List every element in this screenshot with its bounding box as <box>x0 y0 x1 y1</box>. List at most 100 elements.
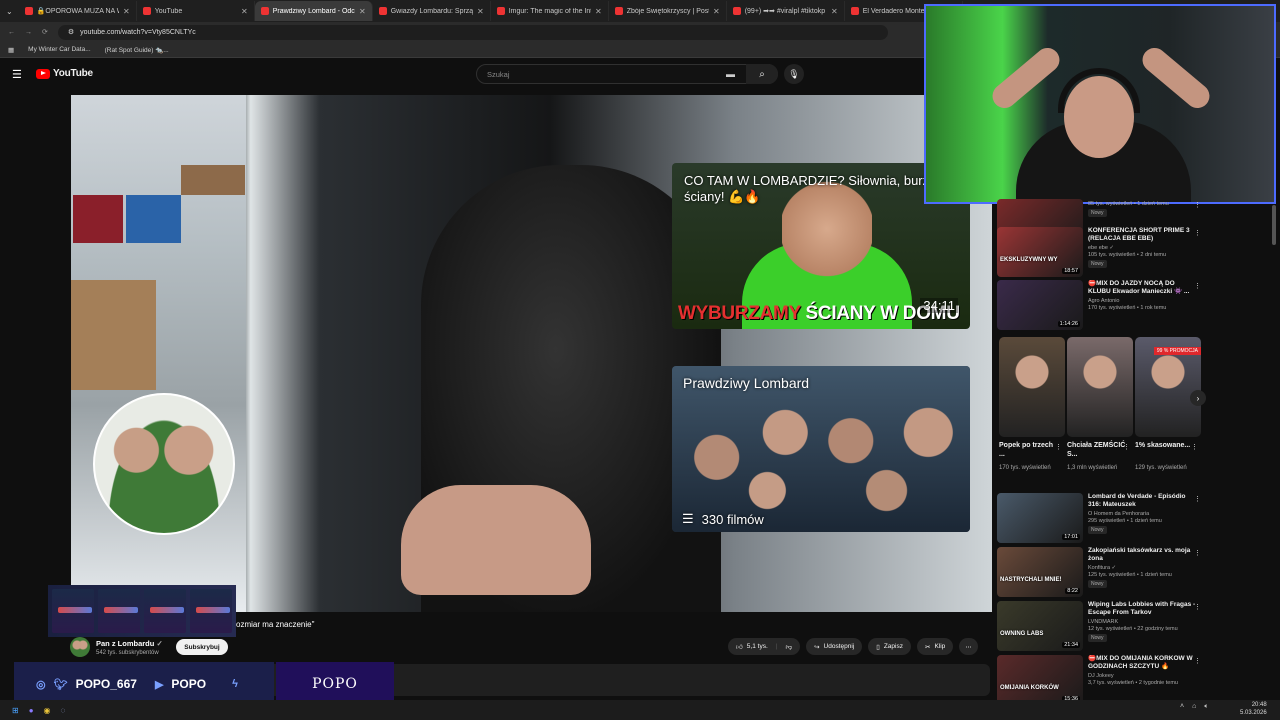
tab-close-icon[interactable]: ✕ <box>831 7 838 16</box>
tab-close-icon[interactable]: ✕ <box>241 7 248 16</box>
browser-tab[interactable]: YouTube ✕ <box>137 1 255 21</box>
keyboard-icon[interactable]: ▬ <box>726 69 735 79</box>
tab-close-icon[interactable]: ✕ <box>595 7 602 16</box>
recommended-video[interactable]: OWNING LABS 21:34 Wiping Labs Lobbies with… <box>997 601 1203 651</box>
tab-close-icon[interactable]: ✕ <box>713 7 720 16</box>
video-title[interactable]: ⛔MIX DO OMIJANIA KORKÓW W GODZINACH SZCZ… <box>1088 655 1196 671</box>
shorts-next-button[interactable]: › <box>1190 390 1206 406</box>
subscribe-button[interactable]: Subskrybuj <box>176 639 228 655</box>
page-scrollbar[interactable] <box>1272 205 1276 245</box>
bookmark-item[interactable]: (Rat Spot Guide) 🐀... <box>105 46 169 54</box>
browser-tab[interactable]: Zbóje Świętokrzyscy | Postaw N ✕ <box>609 1 727 21</box>
reload-icon[interactable]: ⟳ <box>42 28 48 36</box>
more-options-icon[interactable]: ⋮ <box>1194 549 1201 557</box>
youtube-logo[interactable]: YouTube <box>36 68 93 79</box>
search-input[interactable]: Szukaj ▬ <box>476 64 778 84</box>
tab-title: YouTube <box>154 7 183 15</box>
browser-tab[interactable]: 🔒OPOROWA MUZA NA W ✕ <box>19 1 137 21</box>
video-info: ⛔MIX DO JAZDY NOCĄ DO KLUBU Ekwador Mani… <box>1088 280 1196 330</box>
clip-button[interactable]: ✂ Klip <box>916 638 954 655</box>
short-more-icon[interactable]: ⋮ <box>1191 443 1198 451</box>
short-more-icon[interactable]: ⋮ <box>1055 443 1062 451</box>
share-button[interactable]: ↪ Udostępnij <box>806 638 863 655</box>
like-button[interactable]: 👍︎ 5,1 tys. | 👎︎ <box>728 638 801 655</box>
menu-icon[interactable]: ☰ <box>12 68 22 81</box>
more-options-icon[interactable]: ⋮ <box>1194 495 1201 503</box>
more-options-icon[interactable]: ⋮ <box>1194 657 1201 665</box>
video-thumbnail[interactable]: OWNING LABS 21:34 <box>997 601 1083 651</box>
more-options-icon[interactable]: ⋮ <box>1194 201 1201 209</box>
video-thumbnail[interactable]: 1:14:26 <box>997 280 1083 330</box>
video-title[interactable]: KONFERENCJA SHORT PRIME 3 (RELACJA EBE E… <box>1088 227 1196 243</box>
video-thumbnail[interactable]: EKSKLUZYWNY WY 18:57 <box>997 227 1083 277</box>
tab-close-icon[interactable]: ✕ <box>477 7 484 16</box>
forward-icon[interactable]: → <box>25 29 32 36</box>
short-thumbnail[interactable] <box>999 337 1065 437</box>
endscreen-video-title: CO TAM W LOMBARDZIE? Siłownia, burzymy ś… <box>684 173 953 204</box>
video-title[interactable]: Lombard de Verdade - Episódio 316: Mateu… <box>1088 493 1196 509</box>
endscreen-playlist-card[interactable]: Prawdziwy Lombard ☰ 330 filmów <box>672 366 970 532</box>
browser-tab[interactable]: (99+) ➡➡ #viralpl #tiktokp ✕ <box>727 1 845 21</box>
channel-name[interactable]: Pan z Lombardu ✓ <box>96 639 163 648</box>
more-actions-button[interactable]: ⋯ <box>959 638 978 655</box>
voice-search-button[interactable]: 🎙 <box>784 64 804 84</box>
tab-close-icon[interactable]: ✕ <box>359 7 366 16</box>
video-thumbnail[interactable]: 17:01 <box>997 493 1083 543</box>
search-button[interactable]: ⌕ <box>746 64 778 84</box>
recommended-video[interactable]: EKSKLUZYWNY WY 18:57 KONFERENCJA SHORT PRI… <box>997 227 1203 277</box>
short-thumbnail[interactable] <box>1067 337 1133 437</box>
video-thumbnail[interactable]: OMIJANIA KORKÓW 15:36 <box>997 655 1083 705</box>
tab-favicon-icon <box>496 7 505 15</box>
video-channel[interactable]: 85 tys. wyświetleń • 1 dzień temu <box>1088 201 1196 208</box>
video-thumbnail[interactable]: NASTRYCHALI MNIE! 8:22 <box>997 547 1083 597</box>
taskbar-clock[interactable]: 20:48 5.03.2026 <box>1240 701 1267 717</box>
back-icon[interactable]: ← <box>8 29 15 36</box>
video-channel[interactable]: Agro Antonio <box>1088 298 1196 305</box>
video-title[interactable]: Wiping Labs Lobbies with Fragas - Escape… <box>1088 601 1196 617</box>
chevron-right-icon: › <box>1196 393 1200 403</box>
short-title[interactable]: Popek po trzech ... <box>999 441 1059 459</box>
recommended-video[interactable]: 17:01 Lombard de Verdade - Episódio 316: … <box>997 493 1203 543</box>
tab-title: El Verdadero Monte <box>862 7 925 15</box>
discord-taskbar-icon[interactable]: ● <box>29 706 34 715</box>
recommended-video[interactable]: 1:14:26 ⛔MIX DO JAZDY NOCĄ DO KLUBU Ekwad… <box>997 280 1203 330</box>
bookmark-item[interactable]: My Winter Car Data... <box>28 46 90 53</box>
tray-chevron-icon[interactable]: ˄ <box>1180 703 1184 711</box>
app-taskbar-icon[interactable]: ◌ <box>61 706 66 715</box>
tab-search-icon[interactable]: ⌄ <box>0 7 19 16</box>
channel-avatar[interactable] <box>70 637 90 657</box>
short-thumbnail[interactable]: 99 % PROMOCJA <box>1135 337 1201 437</box>
more-options-icon[interactable]: ⋮ <box>1194 603 1201 611</box>
url-field[interactable]: ⚙ youtube.com/watch?v=Vty85CNLTYc <box>57 24 888 40</box>
channel-info[interactable]: Pan z Lombardu ✓ 542 tys. subskrybentów <box>70 637 163 657</box>
video-channel[interactable]: DJ Jokeey <box>1088 673 1196 680</box>
video-title[interactable]: ⛔MIX DO JAZDY NOCĄ DO KLUBU Ekwador Mani… <box>1088 280 1196 296</box>
youtube-icon: ▶ <box>154 678 164 691</box>
browser-tab[interactable]: Gwiazdy Lombardu: Sprzątanie ✕ <box>373 1 491 21</box>
chrome-taskbar-icon[interactable]: ◉ <box>44 706 51 715</box>
video-title[interactable]: Zakopiański taksówkarz vs. moja żona <box>1088 547 1196 563</box>
video-stats: 170 tys. wyświetleń • 1 rok temu <box>1088 305 1167 311</box>
video-channel[interactable]: O Homem da Penhoraria <box>1088 511 1196 518</box>
more-options-icon[interactable]: ⋮ <box>1194 282 1201 290</box>
tab-close-icon[interactable]: ✕ <box>123 7 130 16</box>
video-channel[interactable]: ebe ebe ✓ <box>1088 245 1196 252</box>
recommended-video[interactable]: OMIJANIA KORKÓW 15:36 ⛔MIX DO OMIJANIA KOR… <box>997 655 1203 705</box>
site-info-icon[interactable]: ⚙ <box>68 28 74 36</box>
short-more-icon[interactable]: ⋮ <box>1123 443 1130 451</box>
save-button[interactable]: ▯ Zapisz <box>868 638 911 655</box>
browser-tab[interactable]: Prawdziwy Lombard - Odcinek ✕ <box>254 1 373 21</box>
video-info: Wiping Labs Lobbies with Fragas - Escape… <box>1088 601 1196 651</box>
video-channel[interactable]: Konfitura ✓ <box>1088 565 1196 572</box>
volume-icon[interactable]: 🔈︎ <box>1204 703 1208 711</box>
short-title[interactable]: 1% skasowane... <box>1135 441 1195 450</box>
recommended-video[interactable]: NASTRYCHALI MNIE! 8:22 Zakopiański taksówk… <box>997 547 1203 597</box>
network-icon[interactable]: ⌂ <box>1192 703 1196 711</box>
windows-start-icon[interactable]: ⊞ <box>12 706 19 715</box>
more-options-icon[interactable]: ⋮ <box>1194 229 1201 237</box>
endscreen-channel-avatar[interactable] <box>93 393 235 535</box>
apps-icon[interactable]: ▦ <box>8 46 14 54</box>
short-title[interactable]: Chciała ZEMŚCIĆ S... <box>1067 441 1127 459</box>
video-channel[interactable]: LVNDMARK <box>1088 619 1196 626</box>
browser-tab[interactable]: Imgur: The magic of the Interne ✕ <box>491 1 609 21</box>
